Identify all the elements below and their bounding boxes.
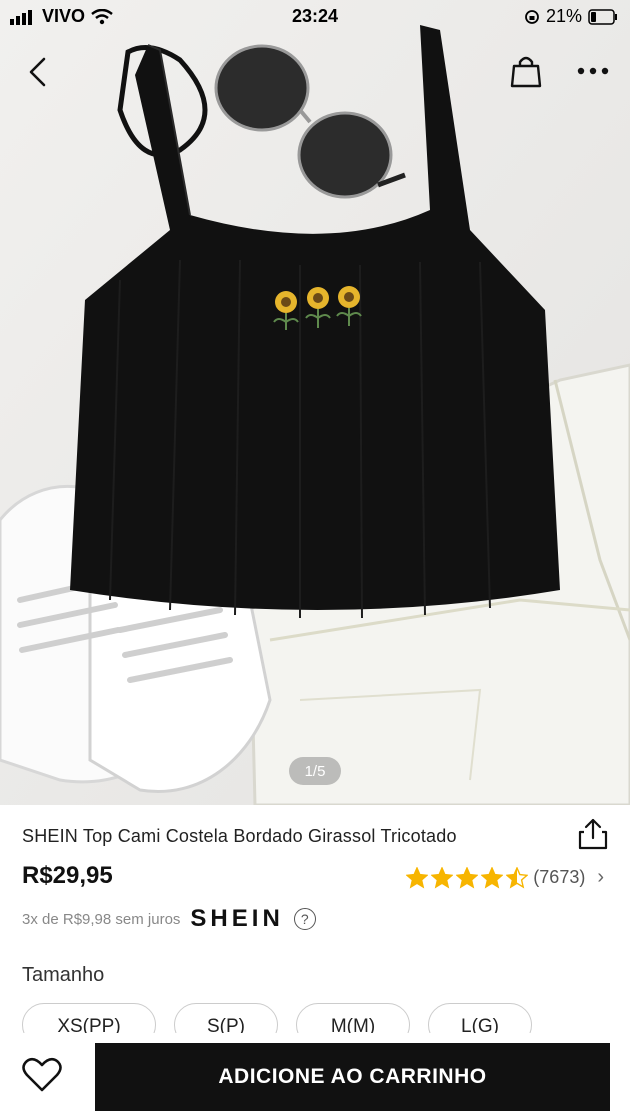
- brand-logo: SHEIN: [190, 905, 284, 932]
- installments-row: 3x de R$9,98 sem juros SHEIN ?: [22, 905, 316, 933]
- add-to-cart-button[interactable]: ADICIONE AO CARRINHO: [95, 1043, 610, 1111]
- product-title: SHEIN Top Cami Costela Bordado Girassol …: [22, 826, 457, 846]
- help-icon[interactable]: ?: [293, 908, 316, 930]
- product-photo: [0, 0, 630, 805]
- star-icon: [406, 866, 429, 888]
- size-section-label: Tamanho: [22, 964, 105, 986]
- installments-text: 3x de R$9,98 sem juros: [22, 910, 181, 928]
- rotation-lock-icon: [525, 9, 539, 24]
- more-options-button[interactable]: [576, 64, 610, 82]
- star-icon: [481, 866, 504, 888]
- share-button[interactable]: [578, 818, 608, 855]
- image-pager: 1/5: [289, 757, 341, 785]
- review-count: (7673): [533, 867, 586, 887]
- heart-icon: [22, 1057, 62, 1092]
- battery-percent: 21%: [545, 6, 582, 26]
- star-icon: [506, 866, 529, 888]
- more-icon: [577, 67, 609, 75]
- cart-bag-button[interactable]: [510, 54, 542, 93]
- product-image-gallery[interactable]: 1/5: [0, 0, 630, 805]
- product-title-row: SHEIN Top Cami Costela Bordado Girassol …: [22, 826, 610, 856]
- rating-stars: [406, 866, 529, 889]
- bottom-action-bar: ADICIONE AO CARRINHO: [0, 1033, 630, 1120]
- wishlist-button[interactable]: [22, 1057, 62, 1098]
- chevron-right-icon: ›: [597, 866, 604, 888]
- rating-summary[interactable]: (7673) ›: [406, 866, 604, 889]
- battery-icon: [588, 8, 617, 25]
- status-bar: VIVO 23:24 21%: [0, 0, 630, 36]
- back-button[interactable]: [26, 56, 50, 93]
- star-icon: [456, 866, 479, 888]
- star-icon: [431, 866, 454, 888]
- share-icon: [578, 818, 608, 850]
- back-arrow-icon: [29, 57, 46, 87]
- product-price: R$29,95: [22, 862, 113, 889]
- shopping-bag-icon: [510, 56, 542, 88]
